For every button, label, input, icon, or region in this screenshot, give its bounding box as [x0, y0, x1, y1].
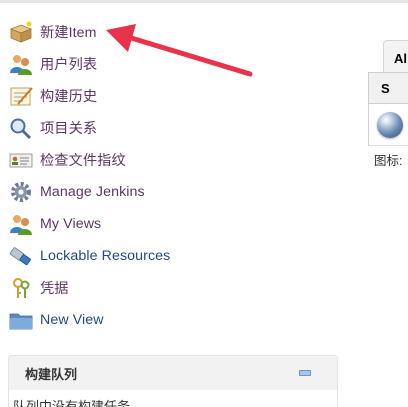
- icon-legend-label: 图标:: [374, 154, 403, 168]
- task-label: 凭据: [40, 281, 69, 297]
- build-queue-panel: 构建队列 队列中没有构建任务: [8, 355, 338, 407]
- task-my-views[interactable]: My Views: [8, 208, 338, 240]
- gear-icon: [8, 180, 34, 204]
- task-label: 检查文件指纹: [40, 153, 126, 169]
- task-label: Manage Jenkins: [40, 184, 145, 200]
- users-icon: [8, 212, 34, 236]
- task-label: 新建Item: [40, 25, 97, 41]
- users-icon: [8, 52, 34, 76]
- task-lockable-resources[interactable]: Lockable Resources: [8, 240, 338, 272]
- view-pane: Al S 图标:: [368, 36, 408, 176]
- task-label: New View: [40, 312, 104, 328]
- task-label: 构建历史: [40, 89, 98, 105]
- task-fingerprint[interactable]: 检查文件指纹: [8, 144, 338, 176]
- usb-lock-icon: [8, 244, 34, 268]
- folder-icon: [8, 308, 34, 332]
- task-credentials[interactable]: 凭据: [8, 272, 338, 304]
- task-manage-jenkins[interactable]: Manage Jenkins: [8, 176, 338, 208]
- top-divider: [0, 0, 408, 3]
- keys-icon: [8, 276, 34, 300]
- tab-all[interactable]: Al: [383, 40, 408, 72]
- status-ball-icon: [377, 112, 403, 138]
- side-panel-tasks: 新建Item 用户列表 构建历史 项目关系 检查文件指纹 Manage Jenk…: [8, 16, 338, 336]
- magnifier-icon: [8, 116, 34, 140]
- status-column-header[interactable]: S: [368, 72, 408, 104]
- task-project-relationship[interactable]: 项目关系: [8, 112, 338, 144]
- notepad-history-icon: [8, 84, 34, 108]
- task-new-item[interactable]: 新建Item: [8, 16, 338, 48]
- task-label: My Views: [40, 216, 102, 232]
- task-label: Lockable Resources: [40, 248, 171, 264]
- build-queue-header: 构建队列: [9, 356, 337, 390]
- new-item-box-icon: [8, 20, 34, 44]
- build-queue-title[interactable]: 构建队列: [25, 364, 77, 383]
- collapse-icon[interactable]: [299, 370, 311, 376]
- task-people[interactable]: 用户列表: [8, 48, 338, 80]
- fingerprint-card-icon: [8, 148, 34, 172]
- task-label: 项目关系: [40, 121, 98, 137]
- task-new-view[interactable]: New View: [8, 304, 338, 336]
- task-build-history[interactable]: 构建历史: [8, 80, 338, 112]
- build-queue-empty-message: 队列中没有构建任务: [9, 390, 337, 407]
- task-label: 用户列表: [40, 57, 98, 73]
- table-row: [368, 104, 408, 146]
